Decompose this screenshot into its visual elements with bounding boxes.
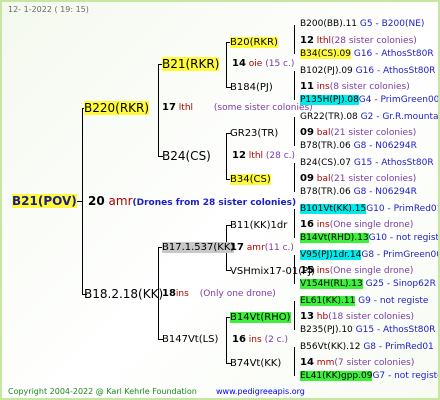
mating-09b: 09 bal(21 sister colonies)	[300, 173, 417, 184]
mating-12: 12 lthl(28 sister colonies)	[300, 35, 417, 46]
copyright-text: Copyright 2004-2022 @ Karl Kehrle Founda…	[8, 387, 197, 396]
connector-line	[294, 25, 295, 54]
queen-b24: B24(CS)	[162, 149, 211, 163]
mating-b18-2-18: 18ins (Only one drone)	[162, 288, 276, 299]
connector-line	[294, 209, 295, 238]
connector-line	[226, 42, 227, 87]
mating-11: 11 ins(8 sister colonies)	[300, 81, 410, 92]
connector-line	[294, 117, 295, 146]
root-mating: 20 amr(Drones from 28 sister colonies)	[88, 194, 297, 209]
pedigree-chart: 12- 1-2022 ( 19: 15) B21(POV) 20 amr(Dro…	[0, 0, 440, 400]
queen-b101: B101Vt(KK).15G10 - PrimRed01	[300, 204, 440, 214]
queen-b200: B200(BB).11 G5 - B200(NE)	[300, 19, 425, 29]
mating-13: 13 hb(18 sister colonies)	[300, 311, 414, 322]
queen-b11: B11(KK)1dr	[230, 220, 288, 231]
queen-b17-1-537: B17.1.537(KK)	[162, 242, 235, 253]
queen-b20: B20(RKR)	[230, 37, 278, 48]
mating-16a: 16 ins(One single drone)	[300, 219, 414, 230]
connector-line	[294, 163, 295, 192]
queen-b74: B74Vt(KK)	[230, 358, 282, 369]
queen-v154h: V154H(RL).13 G25 - Sinop62R	[300, 279, 436, 289]
queen-b34cs: B34(CS)	[230, 174, 271, 185]
connector-line	[294, 71, 295, 100]
mating-b147: 16 ins (2 c.)	[232, 334, 288, 345]
queen-b184: B184(PJ)	[230, 82, 273, 93]
print-date: 12- 1-2022 ( 19: 15)	[8, 5, 89, 14]
connector-line	[82, 108, 83, 294]
queen-b56: B56Vt(KK).12 G8 - PrimRed01	[300, 342, 434, 352]
queen-b102: B102(PJ).09 G16 - AthosSt80R	[300, 66, 436, 76]
connector-line	[226, 317, 227, 363]
connector-line	[294, 301, 295, 330]
queen-b78b: B78(TR).06 G8 - N06294R	[300, 187, 417, 197]
queen-b18-2-18: B18.2.18(KK)	[84, 287, 164, 301]
mating-b220: 17 lthl (some sister colonies)	[162, 102, 313, 113]
root-queen: B21(POV)	[12, 194, 77, 208]
queen-b78a: B78(TR).06 G8 - N06294R	[300, 141, 417, 151]
queen-b24cs: B24(CS).07 G15 - AthosSt80R	[300, 158, 434, 168]
queen-b235: B235(PJ).10 G15 - AthosSt80R	[300, 325, 436, 335]
connector-line	[158, 64, 159, 156]
queen-v95: V95(PJ)1dr.14G8 - PrimGreen00	[300, 250, 440, 260]
connector-line	[226, 133, 227, 179]
site-link[interactable]: www.pedigreeapis.org	[216, 386, 305, 397]
queen-b147: B147Vt(LS)	[162, 334, 219, 345]
queen-el61: EL61(KK).11 G9 - not registe	[300, 296, 429, 306]
queen-p135h: P135H(PJ).08G4 - PrimGreen00	[300, 95, 440, 105]
queen-b34-09: B34(CS).09 G16 - AthosSt80R	[300, 49, 434, 59]
queen-gr22: GR22(TR).08 G2 - Gr.R.mounta	[300, 112, 439, 122]
queen-gr23: GR23(TR)	[230, 128, 279, 139]
mating-15: 15 ins(One single drone)	[300, 265, 414, 276]
queen-b220: B220(RKR)	[84, 101, 150, 115]
queen-el41: EL41(KK)gpp.09G7 - not registe	[300, 371, 440, 381]
mating-b24: 12 lthl (28 c.)	[232, 150, 296, 161]
connector-line	[294, 347, 295, 376]
mating-b21: 14 oie (15 c.)	[232, 58, 295, 69]
mating-09a: 09 bal(21 sister colonies)	[300, 127, 417, 138]
queen-b21: B21(RKR)	[162, 57, 220, 71]
queen-b14-rho: B14Vt(RHO)	[230, 312, 291, 323]
mating-14: 14 mm(7 sister colonies)	[300, 357, 415, 368]
mating-b17-1-537: 17 amr(11 c.)	[230, 242, 294, 253]
queen-b14-rhd: B14Vt(RHD).13G10 - not registe	[300, 233, 440, 243]
